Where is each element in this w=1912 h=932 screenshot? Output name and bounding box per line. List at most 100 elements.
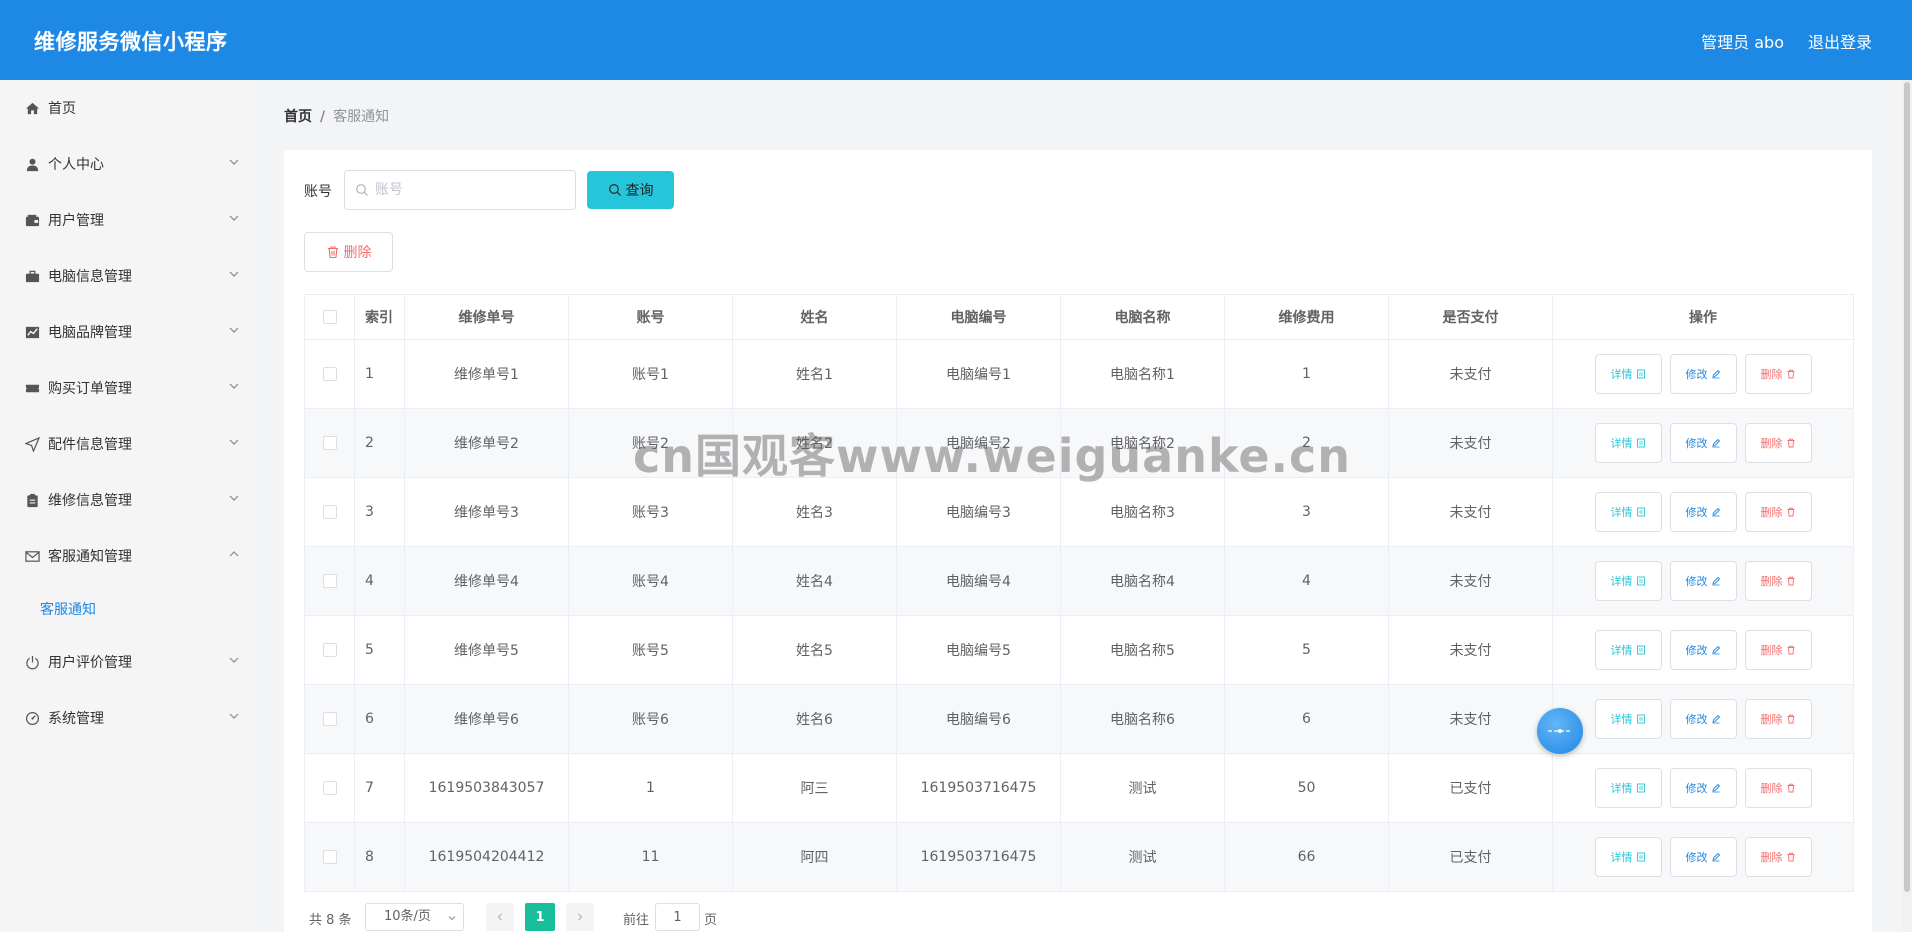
row-checkbox[interactable] — [322, 574, 337, 588]
search-input[interactable] — [375, 182, 555, 198]
table-cell: 账号3 — [568, 477, 733, 547]
edit-button[interactable]: 修改 — [1669, 423, 1737, 463]
table-cell: 测试 — [1060, 753, 1225, 823]
search-field[interactable] — [344, 170, 576, 210]
sidebar-item-service-notice-mgmt[interactable]: 客服通知管理 — [0, 536, 256, 576]
edit-button[interactable]: 修改 — [1669, 561, 1737, 601]
sidebar-item-users[interactable]: 用户管理 — [0, 200, 256, 240]
user-icon — [24, 156, 40, 172]
row-checkbox[interactable] — [322, 712, 337, 726]
next-page-button[interactable] — [566, 903, 594, 931]
sidebar-item-home[interactable]: 首页 — [0, 88, 256, 128]
search-label: 账号 — [304, 184, 332, 200]
trash-icon — [1787, 369, 1794, 379]
sidebar-item-purchase-orders[interactable]: 购买订单管理 — [0, 368, 256, 408]
delete-label: 删除 — [1760, 644, 1783, 657]
table-cell: 1 — [1224, 339, 1389, 409]
table-row[interactable]: 8 1619504204412 11 阿四 1619503716475 测试 66 已支付 详情… — [304, 822, 1854, 892]
chevron-left-icon — [497, 913, 502, 921]
sidebar-item-repair-info[interactable]: 维修信息管理 — [0, 480, 256, 520]
table-cell: 账号4 — [568, 546, 733, 616]
table-row[interactable]: 4 维修单号4 账号4 姓名4 电脑编号4 电脑名称4 4 未支付 详情 修改 删除 — [304, 546, 1854, 616]
edit-label: 修改 — [1685, 575, 1708, 588]
edit-label: 修改 — [1685, 506, 1708, 519]
sidebar-item-parts-info[interactable]: 配件信息管理 — [0, 424, 256, 464]
detail-button[interactable]: 详情 — [1594, 492, 1662, 532]
trash-icon — [1787, 783, 1794, 793]
document-icon — [1636, 714, 1645, 724]
detail-button[interactable]: 详情 — [1594, 837, 1662, 877]
table-cell: 电脑编号6 — [896, 684, 1061, 754]
edit-button[interactable]: 修改 — [1669, 768, 1737, 808]
edit-button[interactable]: 修改 — [1669, 837, 1737, 877]
row-delete-button[interactable]: 删除 — [1744, 354, 1812, 394]
row-checkbox[interactable] — [322, 850, 337, 864]
detail-button[interactable]: 详情 — [1594, 561, 1662, 601]
row-select-cell — [304, 822, 355, 892]
detail-button[interactable]: 详情 — [1594, 699, 1662, 739]
table-cell: 维修单号6 — [404, 684, 569, 754]
edit-button[interactable]: 修改 — [1669, 492, 1737, 532]
goto-page-input[interactable] — [655, 903, 700, 931]
table-cell: 电脑编号5 — [896, 615, 1061, 685]
edit-icon — [1711, 852, 1720, 862]
table-cell: 账号2 — [568, 408, 733, 478]
table-row[interactable]: 3 维修单号3 账号3 姓名3 电脑编号3 电脑名称3 3 未支付 详情 修改 删除 — [304, 477, 1854, 547]
document-icon — [1636, 645, 1645, 655]
row-delete-button[interactable]: 删除 — [1744, 837, 1812, 877]
row-checkbox[interactable] — [322, 505, 337, 519]
query-button[interactable]: 查询 — [587, 171, 674, 209]
column-header: 姓名 — [732, 294, 897, 340]
chevron-down-icon — [229, 657, 239, 663]
sidebar-item-profile[interactable]: 个人中心 — [0, 144, 256, 184]
trash-icon — [1787, 714, 1794, 724]
edit-button[interactable]: 修改 — [1669, 630, 1737, 670]
sidebar-item-computer-brand[interactable]: 电脑品牌管理 — [0, 312, 256, 352]
edit-button[interactable]: 修改 — [1669, 699, 1737, 739]
row-checkbox[interactable] — [322, 367, 337, 381]
page-scrollbar[interactable] — [1902, 80, 1912, 932]
table-cell: 电脑编号3 — [896, 477, 1061, 547]
table-row[interactable]: 6 维修单号6 账号6 姓名6 电脑编号6 电脑名称6 6 未支付 详情 修改 删除 — [304, 684, 1854, 754]
sidebar-item-computer-info[interactable]: 电脑信息管理 — [0, 256, 256, 296]
breadcrumb-home[interactable]: 首页 — [284, 109, 312, 125]
row-delete-button[interactable]: 删除 — [1744, 699, 1812, 739]
table-row[interactable]: 2 维修单号2 账号2 姓名2 电脑编号2 电脑名称2 2 未支付 详情 修改 删除 — [304, 408, 1854, 478]
scrollbar-thumb[interactable] — [1904, 82, 1910, 892]
select-all-checkbox[interactable] — [322, 310, 337, 324]
sidebar-subitem-service-notice[interactable]: 客服通知 — [40, 599, 96, 619]
row-delete-button[interactable]: 删除 — [1744, 561, 1812, 601]
table-row[interactable]: 5 维修单号5 账号5 姓名5 电脑编号5 电脑名称5 5 未支付 详情 修改 删除 — [304, 615, 1854, 685]
table-cell: 账号6 — [568, 684, 733, 754]
sidebar-item-system[interactable]: 系统管理 — [0, 698, 256, 738]
batch-delete-button[interactable]: 删除 — [304, 232, 393, 272]
table-row[interactable]: 1 维修单号1 账号1 姓名1 电脑编号1 电脑名称1 1 未支付 详情 修改 删除 — [304, 339, 1854, 409]
detail-button[interactable]: 详情 — [1594, 630, 1662, 670]
prev-page-button[interactable] — [486, 903, 514, 931]
detail-button[interactable]: 详情 — [1594, 768, 1662, 808]
logout-link[interactable]: 退出登录 — [1808, 29, 1872, 53]
table-cell: 姓名5 — [732, 615, 897, 685]
row-delete-button[interactable]: 删除 — [1744, 492, 1812, 532]
table-cell: 姓名1 — [732, 339, 897, 409]
row-checkbox[interactable] — [322, 436, 337, 450]
table-row[interactable]: 7 1619503843057 1 阿三 1619503716475 测试 50 已支付 详情 修… — [304, 753, 1854, 823]
row-checkbox[interactable] — [322, 781, 337, 795]
admin-user-label[interactable]: 管理员 abo — [1701, 29, 1784, 53]
actions-cell: 详情 修改 删除 — [1552, 822, 1854, 892]
actions-cell: 详情 修改 删除 — [1552, 753, 1854, 823]
row-delete-button[interactable]: 删除 — [1744, 630, 1812, 670]
detail-button[interactable]: 详情 — [1594, 423, 1662, 463]
page-size-select[interactable]: 10条/页 — [365, 903, 464, 931]
sidebar-item-user-reviews[interactable]: 用户评价管理 — [0, 642, 256, 682]
floating-assistant-button[interactable] — [1537, 708, 1583, 754]
trash-icon — [1787, 576, 1794, 586]
detail-button[interactable]: 详情 — [1594, 354, 1662, 394]
page-number-current[interactable]: 1 — [525, 903, 555, 931]
table-cell: 1 — [568, 753, 733, 823]
edit-button[interactable]: 修改 — [1669, 354, 1737, 394]
table-cell: 姓名6 — [732, 684, 897, 754]
row-checkbox[interactable] — [322, 643, 337, 657]
row-delete-button[interactable]: 删除 — [1744, 423, 1812, 463]
row-delete-button[interactable]: 删除 — [1744, 768, 1812, 808]
